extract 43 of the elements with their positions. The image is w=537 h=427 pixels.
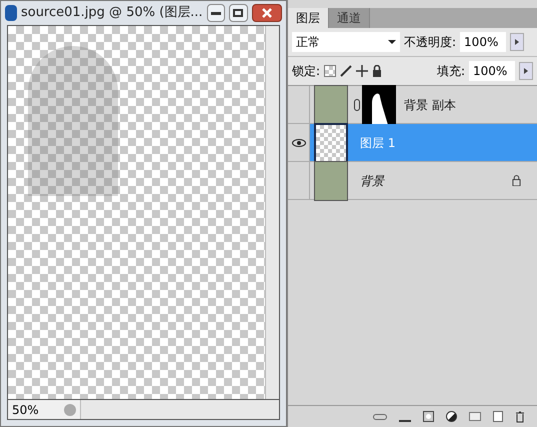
folder-icon[interactable]	[469, 412, 481, 421]
layer-mask-thumbnail	[362, 84, 396, 124]
close-icon	[262, 8, 272, 18]
arrow-icon	[524, 68, 528, 74]
eye-icon	[292, 138, 306, 146]
maximize-button[interactable]	[229, 4, 248, 22]
adjustment-icon[interactable]	[446, 411, 457, 422]
fill-arrow-button[interactable]	[519, 62, 533, 80]
fill-label: 填充:	[436, 63, 465, 80]
panel-tab[interactable]: 图层	[288, 8, 329, 28]
layer-row[interactable]: 背景 副本	[288, 86, 537, 124]
fill-field[interactable]: 100%	[469, 61, 515, 81]
mask-icon[interactable]	[423, 411, 434, 422]
arrow-icon	[515, 39, 520, 45]
blend-mode-dropdown[interactable]: 正常	[292, 32, 400, 52]
visibility-toggle[interactable]	[288, 124, 310, 161]
lock-transparency-icon[interactable]	[324, 65, 336, 77]
close-button[interactable]	[252, 4, 282, 22]
move-icon[interactable]	[356, 65, 368, 77]
opacity-arrow-button[interactable]	[510, 33, 524, 51]
window-title: source01.jpg @ 50% (图层...	[20, 4, 203, 22]
layer-thumbnail	[314, 122, 348, 162]
layer-name: 背景	[360, 172, 384, 190]
zoom-level[interactable]: 50%	[8, 400, 60, 418]
lock-label: 锁定:	[292, 63, 320, 80]
vertical-scrollbar[interactable]	[265, 26, 279, 399]
photo-placeholder	[314, 160, 348, 200]
app-icon	[5, 5, 17, 21]
layer-name: 图层 1	[360, 134, 396, 152]
link-icon[interactable]	[354, 98, 360, 110]
trash-icon[interactable]	[515, 410, 525, 422]
new-layer-icon[interactable]	[493, 411, 503, 422]
minimize-button[interactable]	[206, 4, 226, 22]
layer-row[interactable]: 背景	[288, 162, 537, 200]
link-layers-icon[interactable]	[373, 414, 387, 420]
lock-icon[interactable]	[372, 65, 382, 77]
horizontal-scrollbar[interactable]	[80, 400, 279, 419]
opacity-field[interactable]: 100%	[460, 32, 506, 52]
opacity-label: 不透明度:	[404, 34, 456, 51]
layer-name: 背景 副本	[404, 96, 456, 114]
caret-icon	[388, 40, 396, 44]
panel-tab[interactable]: 通道	[329, 8, 370, 28]
photo-placeholder	[314, 84, 348, 124]
